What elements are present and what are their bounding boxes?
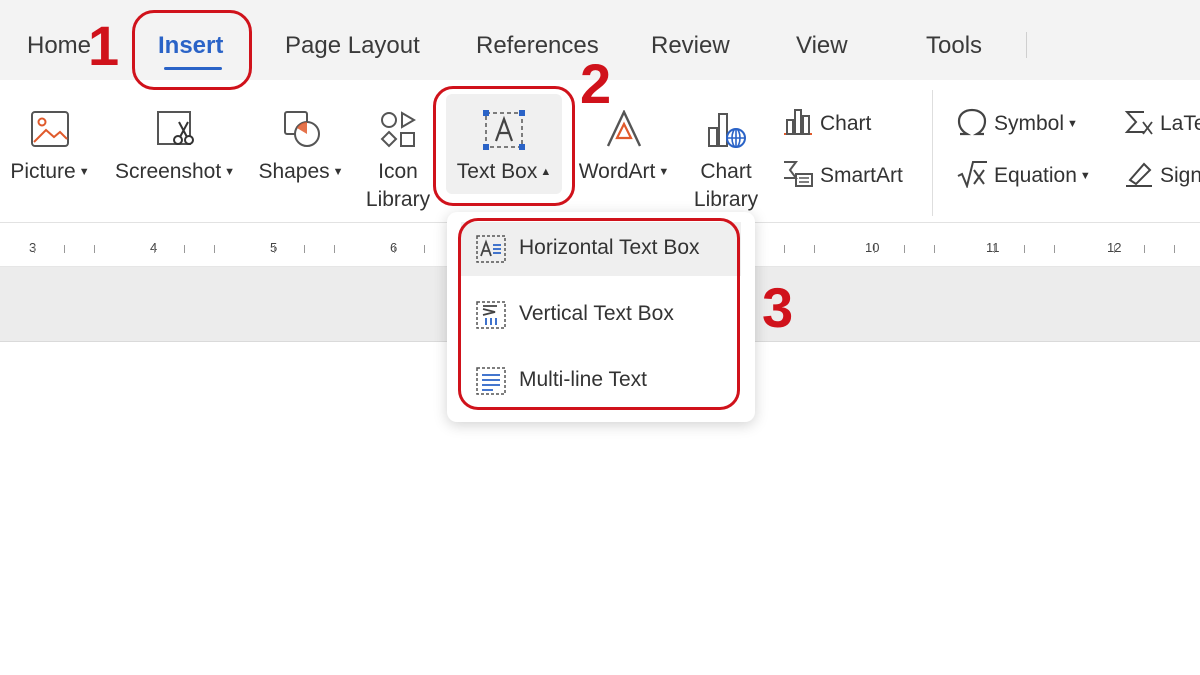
icon-library-label-line2: Library <box>365 188 431 211</box>
chart-library-button[interactable]: Chart Library <box>686 80 766 222</box>
latex-button[interactable]: LaTe <box>1124 108 1200 136</box>
ruler-tick <box>214 245 215 253</box>
shapes-icon <box>284 111 320 147</box>
text-box-highlight <box>433 86 575 206</box>
smartart-icon <box>784 161 813 187</box>
ruler-tick <box>994 245 995 253</box>
shapes-button[interactable]: Shapes ▼ <box>252 80 350 222</box>
picture-label: Picture <box>10 160 76 183</box>
ruler-number: 11 <box>986 240 1000 255</box>
ruler-tick <box>814 245 815 253</box>
ruler-tick <box>1114 245 1115 253</box>
equation-button[interactable]: Equation ▼ <box>956 160 1091 190</box>
shapes-label: Shapes <box>258 160 330 183</box>
step-number-3: 3 <box>762 276 794 339</box>
square-root-icon <box>957 161 987 190</box>
ruler-tick <box>34 245 35 253</box>
tab-home[interactable]: Home <box>27 32 91 60</box>
ruler-tick <box>1144 245 1145 253</box>
chart-button[interactable]: Chart <box>782 108 871 136</box>
chevron-down-icon: ▼ <box>1067 118 1078 130</box>
chevron-down-icon: ▼ <box>332 166 344 178</box>
smartart-label: SmartArt <box>820 164 903 187</box>
step-number-1: 1 <box>88 14 120 77</box>
screenshot-icon <box>157 111 194 145</box>
chevron-down-icon: ▼ <box>78 166 90 178</box>
chart-library-icon <box>708 113 746 148</box>
ruler-tick <box>94 245 95 253</box>
symbol-label: Symbol <box>994 112 1065 135</box>
chart-label: Chart <box>820 112 872 135</box>
insert-tab-highlight <box>132 10 252 90</box>
ruler-tick <box>334 245 335 253</box>
icon-library-icon <box>380 111 416 148</box>
tab-divider <box>1026 32 1027 58</box>
ruler-tick <box>874 245 875 253</box>
signature-button[interactable]: Sign <box>1124 160 1200 188</box>
chevron-down-icon: ▼ <box>224 166 236 178</box>
ruler-number: 10 <box>865 240 880 255</box>
symbol-button[interactable]: Symbol ▼ <box>956 108 1078 136</box>
ruler-tick <box>274 245 275 253</box>
tab-review[interactable]: Review <box>651 32 730 60</box>
wordart-label: WordArt <box>578 160 656 183</box>
chart-library-label-line1: Chart <box>700 160 752 183</box>
tab-view[interactable]: View <box>796 32 848 60</box>
ruler-tick <box>1024 245 1025 253</box>
wordart-icon <box>606 110 642 147</box>
ruler-tick <box>784 245 785 253</box>
ruler-tick <box>154 245 155 253</box>
tab-page-layout[interactable]: Page Layout <box>285 32 420 60</box>
ruler-tick <box>904 245 905 253</box>
icon-library-label-line1: Icon <box>378 160 418 183</box>
chart-library-label-line2: Library <box>693 188 759 211</box>
sum-icon <box>1124 111 1153 135</box>
signature-label: Sign <box>1160 164 1200 187</box>
latex-label: LaTe <box>1160 112 1200 135</box>
picture-icon <box>31 111 69 147</box>
ruler-tick <box>184 245 185 253</box>
omega-icon <box>957 108 987 136</box>
ruler-tick <box>1174 245 1175 253</box>
icon-library-button[interactable]: Icon Library <box>360 80 436 222</box>
ruler-tick <box>394 245 395 253</box>
pen-icon <box>1126 162 1152 187</box>
tab-tools[interactable]: Tools <box>926 32 982 60</box>
ruler-number: 3 <box>29 240 37 255</box>
equation-label: Equation <box>994 164 1077 187</box>
ruler-tick <box>1054 245 1055 253</box>
screenshot-button[interactable]: Screenshot ▼ <box>108 80 242 222</box>
bar-chart-icon <box>784 109 812 135</box>
chevron-down-icon: ▼ <box>658 166 670 178</box>
step-number-2: 2 <box>580 52 612 115</box>
ruler-tick <box>934 245 935 253</box>
ruler-tick <box>64 245 65 253</box>
ruler-tick <box>424 245 425 253</box>
picture-button[interactable]: Picture ▼ <box>0 80 100 222</box>
smartart-button[interactable]: SmartArt <box>782 160 903 188</box>
ruler-tick <box>304 245 305 253</box>
dropdown-options-highlight <box>458 218 740 410</box>
chevron-down-icon: ▼ <box>1079 170 1091 182</box>
screenshot-label: Screenshot <box>114 160 222 183</box>
ribbon-group-divider <box>932 90 933 216</box>
